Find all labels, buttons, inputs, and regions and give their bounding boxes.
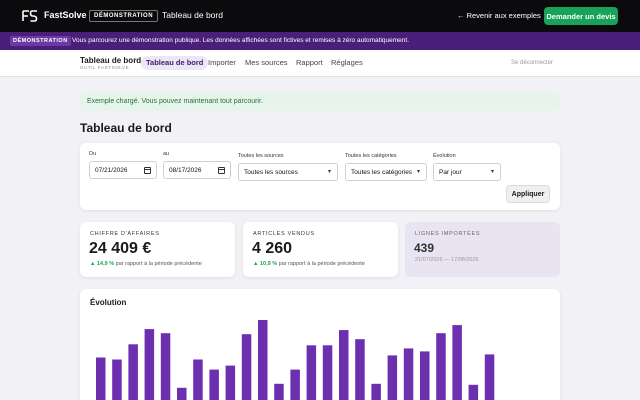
calendar-icon[interactable] bbox=[218, 167, 225, 174]
category-select[interactable]: Toutes les catégories ▾ bbox=[345, 163, 427, 181]
demo-badge: DÉMONSTRATION bbox=[89, 10, 159, 22]
to-label: au bbox=[163, 151, 170, 157]
chart-bar[interactable] bbox=[306, 345, 317, 400]
kpi-value: 439 bbox=[414, 241, 435, 255]
chevron-down-icon: ▾ bbox=[327, 169, 331, 175]
chart-bar[interactable] bbox=[452, 325, 462, 400]
filters-panel: Du 07/21/2026 au 08/17/2026 Toutes les s… bbox=[80, 143, 560, 210]
chevron-down-icon: ▾ bbox=[416, 169, 420, 175]
calendar-icon[interactable] bbox=[144, 167, 151, 174]
chart-bar[interactable] bbox=[241, 334, 252, 400]
tab-sources[interactable]: Mes sources bbox=[245, 56, 288, 70]
kpi-delta: ▲ 14,9 % par rapport à la période précéd… bbox=[90, 261, 202, 267]
delta-text: par rapport à la période précédente bbox=[278, 261, 365, 267]
chart-bar[interactable] bbox=[177, 387, 187, 400]
tab-settings[interactable]: Réglages bbox=[331, 56, 363, 70]
source-select[interactable]: Toutes les sources ▾ bbox=[238, 163, 338, 181]
chart-bar[interactable] bbox=[355, 339, 365, 400]
from-label: Du bbox=[89, 151, 97, 157]
chart-bar[interactable] bbox=[436, 333, 446, 400]
demo-banner: DÉMONSTRATION Vous parcourez une démonst… bbox=[0, 32, 640, 50]
kpi-label: CHIFFRE D'AFFAIRES bbox=[90, 231, 160, 237]
kpi-label: ARTICLES VENDUS bbox=[253, 231, 315, 237]
chart-bar[interactable] bbox=[420, 351, 430, 400]
kpi-revenue-card: CHIFFRE D'AFFAIRES 24 409 € ▲ 14,9 % par… bbox=[80, 222, 235, 277]
app-nav: Tableau de bord OUTIL FASTSOLVE Tableau … bbox=[0, 50, 640, 77]
tab-report[interactable]: Rapport bbox=[296, 56, 323, 70]
chart-bar[interactable] bbox=[96, 357, 106, 400]
banner-text: Vous parcourez une démonstration publiqu… bbox=[72, 37, 409, 44]
chart-bar[interactable] bbox=[322, 345, 333, 400]
kpi-items-card: ARTICLES VENDUS 4 260 ▲ 10,9 % par rappo… bbox=[243, 222, 398, 277]
chart-bar[interactable] bbox=[225, 365, 236, 400]
chart-bar[interactable] bbox=[339, 330, 349, 400]
page-title: Tableau de bord bbox=[80, 121, 172, 135]
kpi-date-range: 21/07/2026 — 17/08/2026 bbox=[415, 257, 479, 263]
top-title: Tableau de bord bbox=[162, 10, 223, 20]
request-quote-button[interactable]: Demander un devis bbox=[544, 7, 618, 25]
category-select-value: Toutes les catégories bbox=[351, 168, 413, 176]
chart-bar[interactable] bbox=[484, 354, 495, 400]
chart-bar[interactable] bbox=[403, 348, 414, 400]
chart-bar[interactable] bbox=[128, 344, 138, 400]
chart-bar[interactable] bbox=[144, 329, 155, 400]
brand-name: FastSolve bbox=[44, 10, 87, 20]
chart-bar[interactable] bbox=[290, 369, 300, 400]
delta-text: par rapport à la période précédente bbox=[115, 261, 202, 267]
chart-bar[interactable] bbox=[209, 369, 219, 400]
to-date-value: 08/17/2026 bbox=[169, 166, 202, 174]
source-select-value: Toutes les sources bbox=[244, 168, 298, 176]
to-date-input[interactable]: 08/17/2026 bbox=[163, 161, 231, 179]
kpi-label: LIGNES IMPORTÉES bbox=[415, 231, 481, 237]
top-bar: FastSolve DÉMONSTRATION Tableau de bord … bbox=[0, 0, 640, 32]
evolution-select[interactable]: Par jour ▾ bbox=[433, 163, 501, 181]
chart-bar[interactable] bbox=[371, 383, 381, 400]
banner-badge: DÉMONSTRATION bbox=[10, 36, 71, 46]
chart-bar[interactable] bbox=[112, 359, 122, 400]
chart-bar[interactable] bbox=[387, 355, 398, 400]
from-date-value: 07/21/2026 bbox=[95, 166, 128, 174]
source-label: Toutes les sources bbox=[238, 153, 284, 159]
evolution-label: Évolution bbox=[433, 153, 456, 159]
back-to-examples-link[interactable]: ← Revenir aux exemples bbox=[457, 11, 541, 20]
chart-title: Évolution bbox=[90, 298, 127, 307]
evolution-chart bbox=[96, 320, 495, 400]
chart-bar[interactable] bbox=[160, 333, 171, 400]
tab-dashboard[interactable]: Tableau de bord bbox=[141, 56, 209, 70]
chart-bar[interactable] bbox=[258, 320, 268, 400]
nav-title: Tableau de bord bbox=[80, 56, 142, 65]
evolution-select-value: Par jour bbox=[439, 168, 462, 176]
kpi-value: 4 260 bbox=[252, 240, 293, 257]
logout-link[interactable]: Se déconnecter bbox=[511, 60, 553, 66]
chart-bar[interactable] bbox=[468, 384, 479, 400]
nav-subtitle: OUTIL FASTSOLVE bbox=[80, 65, 130, 70]
chevron-down-icon: ▾ bbox=[490, 169, 494, 175]
from-date-input[interactable]: 07/21/2026 bbox=[89, 161, 157, 179]
fastsolve-logo-icon[interactable] bbox=[22, 9, 38, 23]
chart-bar[interactable] bbox=[274, 383, 284, 400]
delta-up: ▲ 10,9 % bbox=[253, 261, 278, 267]
apply-button[interactable]: Appliquer bbox=[506, 185, 550, 203]
chart-bar[interactable] bbox=[193, 359, 203, 400]
success-alert: Exemple chargé. Vous pouvez maintenant t… bbox=[80, 93, 560, 111]
kpi-delta: ▲ 10,9 % par rapport à la période précéd… bbox=[253, 261, 365, 267]
kpi-value: 24 409 € bbox=[89, 240, 152, 257]
category-label: Toutes les catégories bbox=[345, 153, 397, 159]
evolution-chart-card: Évolution bbox=[80, 289, 560, 400]
delta-up: ▲ 14,9 % bbox=[90, 261, 115, 267]
kpi-rows-card: LIGNES IMPORTÉES 439 21/07/2026 — 17/08/… bbox=[405, 222, 560, 277]
tab-import[interactable]: Importer bbox=[208, 56, 236, 70]
